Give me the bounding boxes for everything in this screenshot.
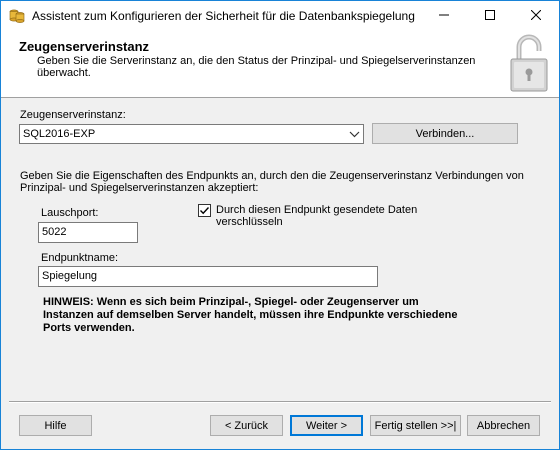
chevron-down-icon [349,129,360,140]
listener-port-label: Lauschport: [41,207,99,219]
endpoint-description: Geben Sie die Eigenschaften des Endpunkt… [20,170,524,194]
page-subtitle: Geben Sie die Serverinstanz an, die den … [37,55,476,79]
database-mirroring-app-icon [9,8,25,24]
maximize-button[interactable] [467,1,513,31]
back-button[interactable]: < Zurück [210,415,283,436]
encrypt-checkbox[interactable] [198,204,211,217]
page-header: Zeugenserverinstanz Geben Sie die Server… [1,31,559,98]
listener-port-input[interactable]: 5022 [38,222,138,243]
help-button[interactable]: Hilfe [19,415,92,436]
footer-separator [9,401,551,403]
finish-button[interactable]: Fertig stellen >>| [370,415,461,436]
hint-note: HINWEIS: Wenn es sich beim Prinzipal-, S… [43,296,458,334]
endpoint-name-label: Endpunktname: [41,252,119,264]
padlock-icon [509,31,549,93]
cancel-button[interactable]: Abbrechen [467,415,540,436]
close-icon [530,9,542,23]
minimize-button[interactable] [421,1,467,31]
connect-button[interactable]: Verbinden... [372,123,518,144]
endpoint-name-value: Spiegelung [42,270,98,282]
listener-port-value: 5022 [42,226,67,238]
witness-instance-select[interactable]: SQL2016-EXP [19,124,364,144]
page-title: Zeugenserverinstanz [19,39,150,54]
witness-instance-value: SQL2016-EXP [23,128,96,140]
next-button[interactable]: Weiter > [290,415,363,436]
window-title: Assistent zum Konfigurieren der Sicherhe… [32,9,415,23]
witness-instance-label: Zeugenserverinstanz: [20,109,126,121]
minimize-icon [439,10,449,23]
encrypt-label[interactable]: Durch diesen Endpunkt gesendete Daten ve… [216,204,426,228]
endpoint-name-input[interactable]: Spiegelung [38,266,378,287]
title-bar[interactable]: Assistent zum Konfigurieren der Sicherhe… [1,1,559,31]
wizard-window: Assistent zum Konfigurieren der Sicherhe… [0,0,560,450]
close-button[interactable] [513,1,559,31]
maximize-icon [485,9,495,23]
